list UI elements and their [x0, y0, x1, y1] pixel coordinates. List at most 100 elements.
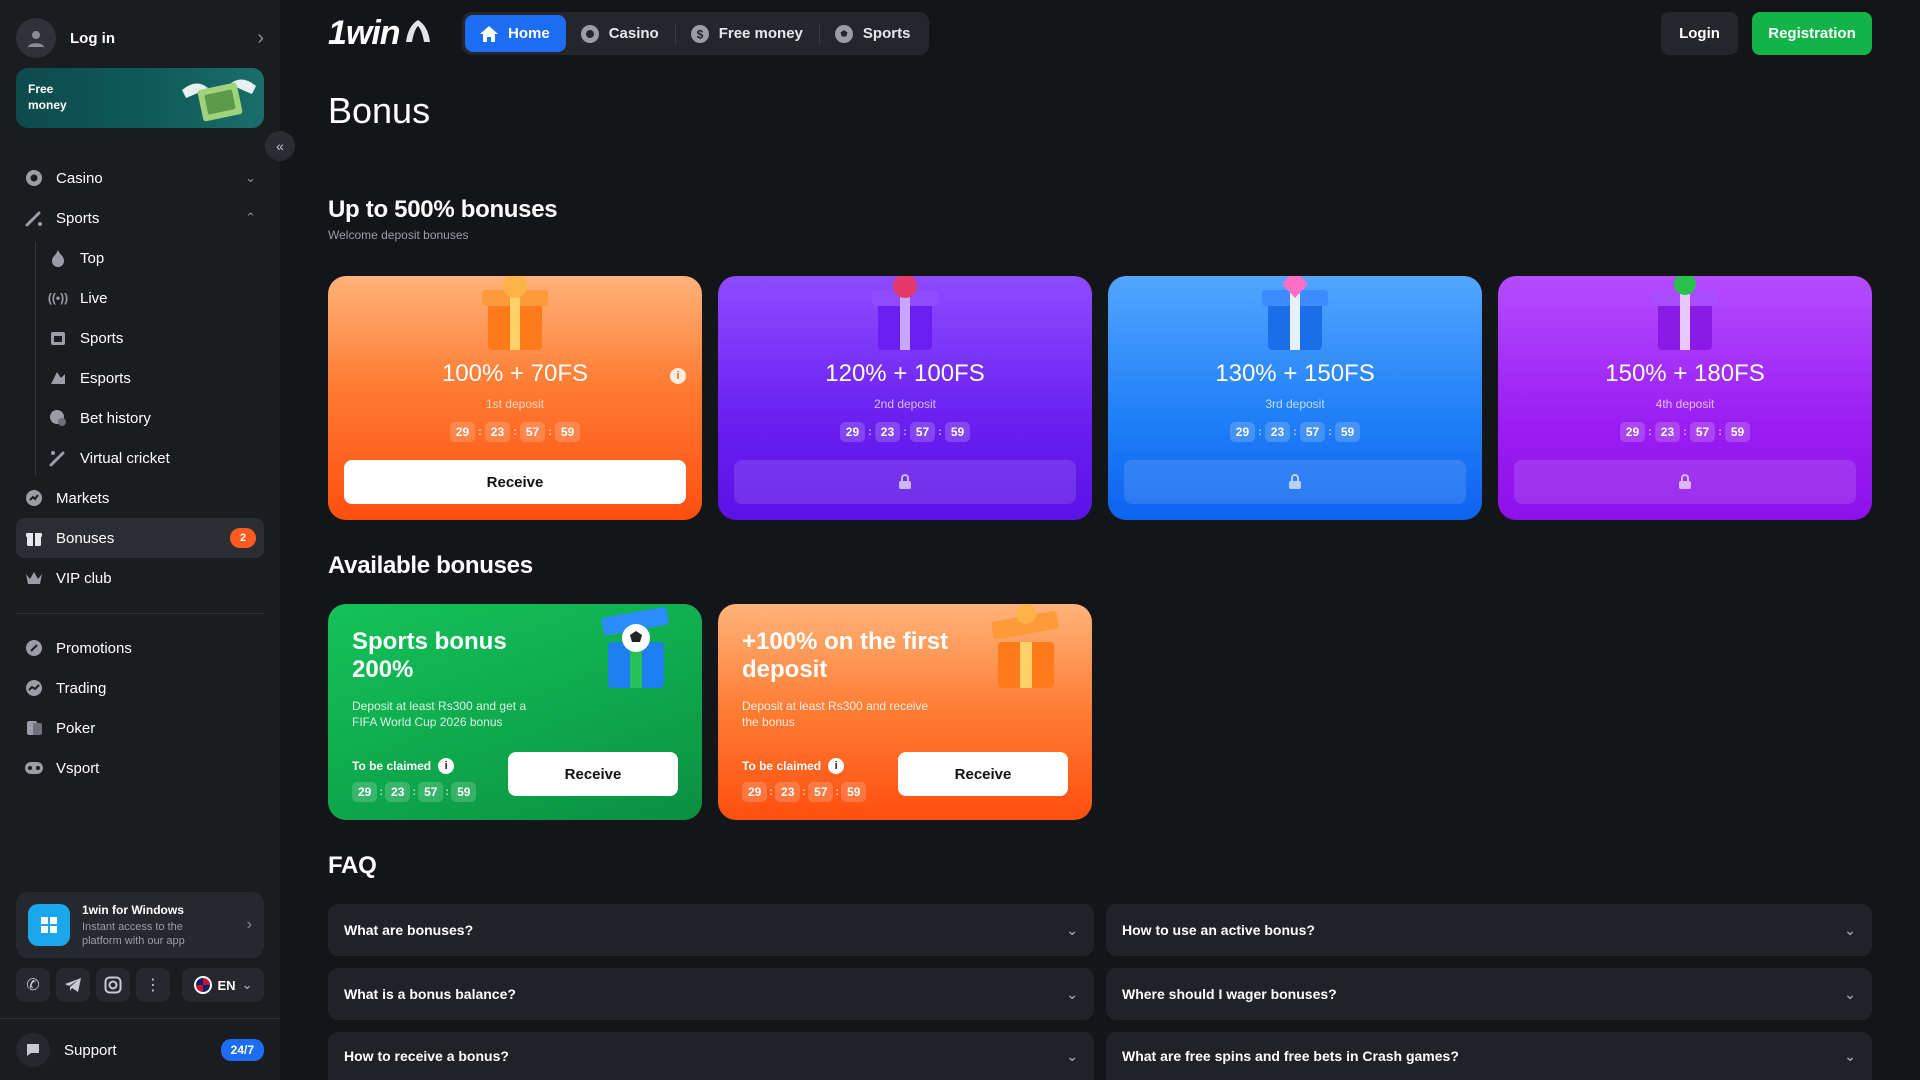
markets-icon — [24, 488, 44, 508]
faq-item[interactable]: How to receive a bonus? ⌄ — [328, 1032, 1094, 1080]
soccer-ball-icon — [834, 24, 853, 43]
logo[interactable]: 1win — [328, 14, 432, 53]
telegram-button[interactable] — [56, 968, 90, 1002]
support-label: Support — [64, 1041, 117, 1059]
receive-button[interactable]: Receive — [344, 460, 686, 504]
bonus-card-description: Deposit at least Rs300 and receive the b… — [742, 699, 929, 729]
whatsapp-button[interactable]: ✆ — [16, 968, 50, 1002]
sidebar-nav-secondary: Promotions Trading Poker Vsport — [16, 628, 264, 788]
chevron-up-icon: ⌃ — [245, 210, 256, 225]
chevron-down-icon: ⌄ — [1066, 1047, 1078, 1064]
broadcast-icon: ((•)) — [47, 291, 69, 305]
top-nav: Home Casino $ Free money Sports — [462, 12, 930, 55]
trading-icon — [24, 678, 44, 698]
support-row[interactable]: Support 24/7 — [16, 1030, 264, 1070]
support-badge: 24/7 — [220, 1039, 264, 1061]
locked-button — [1514, 460, 1856, 504]
crown-icon — [24, 568, 44, 588]
dollar-coin-icon: $ — [690, 24, 709, 43]
bonus-card-title: +100% on the first deposit — [742, 628, 949, 683]
poker-icon — [24, 718, 44, 738]
login-row[interactable]: Log in › — [16, 18, 264, 58]
receive-button[interactable]: Receive — [508, 752, 678, 796]
casino-chip-icon — [24, 168, 44, 188]
free-money-banner-text: Free money — [28, 82, 67, 112]
gift-box-soccer-icon — [601, 607, 669, 688]
collapse-sidebar-button[interactable]: « — [265, 131, 295, 161]
sidebar-item-markets[interactable]: Markets — [16, 478, 264, 518]
user-icon — [28, 31, 44, 47]
gift-box-icon — [482, 276, 548, 350]
language-selector[interactable]: EN ⌄ — [182, 968, 264, 1002]
sidebar-item-vsport[interactable]: Vsport — [16, 748, 264, 788]
cricket-icon — [48, 448, 68, 468]
tab-sports[interactable]: Sports — [820, 15, 927, 52]
sidebar-item-trading[interactable]: Trading — [16, 668, 264, 708]
telegram-icon — [65, 978, 81, 992]
locked-button — [1124, 460, 1466, 504]
tab-casino[interactable]: Casino — [566, 15, 675, 52]
logo-mark-icon — [405, 20, 430, 42]
bonus-card-title: Sports bonus 200% — [352, 628, 507, 683]
login-button[interactable]: Login — [1661, 12, 1738, 55]
sidebar-item-esports[interactable]: Esports — [16, 358, 264, 398]
receive-button[interactable]: Receive — [898, 752, 1068, 796]
page-title: Bonus — [328, 90, 431, 131]
chevron-right-icon: › — [257, 26, 264, 49]
deposit-card-1: 100% + 70FS i 1st deposit 29: 23: 57: 59… — [328, 276, 702, 520]
deposit-card-label: 3rd deposit — [1265, 397, 1325, 411]
info-icon[interactable]: i — [828, 758, 845, 774]
sidebar-item-vip-club[interactable]: VIP club — [16, 558, 264, 598]
bonus-card-description: Deposit at least Rs300 and get a FIFA Wo… — [352, 699, 527, 729]
info-icon[interactable]: i — [670, 368, 686, 384]
deposit-card-label: 2nd deposit — [873, 397, 937, 411]
sidebar-item-live[interactable]: ((•)) Live — [16, 278, 264, 318]
casino-chip-icon — [580, 24, 599, 43]
history-icon — [48, 408, 68, 428]
sidebar-item-bonuses[interactable]: Bonuses 2 — [16, 518, 264, 558]
language-label: EN — [217, 977, 236, 993]
sidebar-item-promotions[interactable]: Promotions — [16, 628, 264, 668]
lock-icon — [899, 474, 911, 489]
faq-item[interactable]: What are free spins and free bets in Cra… — [1106, 1032, 1872, 1080]
sidebar-item-poker[interactable]: Poker — [16, 708, 264, 748]
gift-box-icon — [1262, 276, 1328, 350]
chevron-down-icon: ⌄ — [1844, 985, 1856, 1002]
tab-home[interactable]: Home — [465, 15, 566, 52]
info-icon[interactable]: i — [438, 758, 455, 774]
sidebar-item-sports-calendar[interactable]: Sports — [16, 318, 264, 358]
sidebar-item-bet-history[interactable]: Bet history — [16, 398, 264, 438]
faq-item[interactable]: What are bonuses? ⌄ — [328, 904, 1094, 956]
flame-icon — [48, 248, 68, 268]
more-vertical-icon: ⋮ — [145, 977, 161, 994]
welcome-section-title: Up to 500% bonuses — [328, 196, 558, 223]
registration-button[interactable]: Registration — [1752, 12, 1872, 55]
faq-item[interactable]: Where should I wager bonuses? ⌄ — [1106, 968, 1872, 1020]
countdown-timer: 29: 23: 57: 59 — [1498, 422, 1872, 442]
countdown-timer: 29: 23: 57: 59 — [718, 422, 1092, 442]
faq-item[interactable]: How to use an active bonus? ⌄ — [1106, 904, 1872, 956]
deposit-card-title: 130% + 150FS — [1215, 360, 1375, 387]
sidebar-item-virtual-cricket[interactable]: Virtual cricket — [16, 438, 264, 478]
more-options-button[interactable]: ⋮ — [136, 968, 170, 1002]
sidebar-item-sports[interactable]: Sports ⌃ — [16, 198, 264, 238]
bonuses-count-badge: 2 — [230, 528, 256, 548]
chevron-down-icon: ⌄ — [1844, 1047, 1856, 1064]
sidebar-item-top[interactable]: Top — [16, 238, 264, 278]
sidebar-item-casino[interactable]: Casino ⌄ — [16, 158, 264, 198]
available-bonus-card-sports: Sports bonus 200% Deposit at least Rs300… — [328, 604, 702, 820]
lock-icon — [1289, 474, 1301, 489]
countdown-timer: 29: 23: 57: 59 — [352, 782, 477, 802]
free-money-banner[interactable]: Free money — [16, 68, 264, 128]
gamepad-icon — [24, 758, 44, 778]
instagram-button[interactable] — [96, 968, 130, 1002]
faq-item[interactable]: What is a bonus balance? ⌄ — [328, 968, 1094, 1020]
lock-icon — [1679, 474, 1691, 489]
money-wings-icon — [182, 79, 256, 122]
sidebar-divider-bottom — [0, 1018, 280, 1019]
windows-app-card[interactable]: 1win for Windows Instant access to the p… — [16, 892, 264, 958]
chevron-down-icon: ⌄ — [1844, 921, 1856, 938]
tab-free-money[interactable]: $ Free money — [676, 15, 819, 52]
chevron-down-icon: ⌄ — [241, 977, 253, 992]
chat-icon — [16, 1033, 50, 1067]
